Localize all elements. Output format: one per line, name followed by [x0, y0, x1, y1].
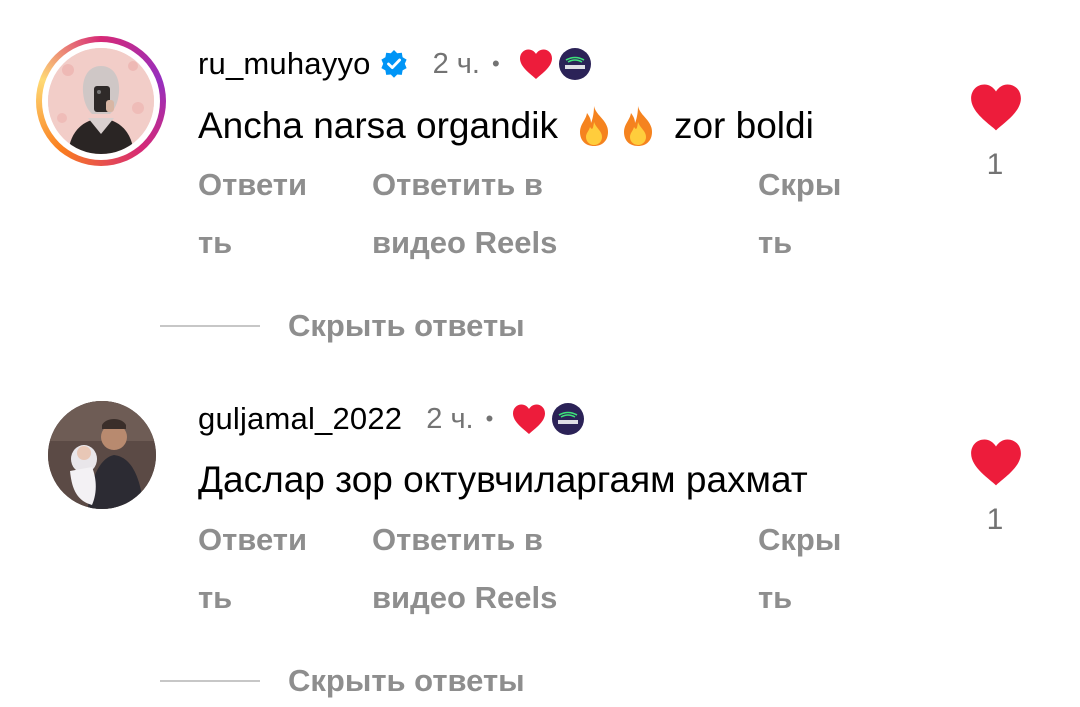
username[interactable]: guljamal_2022: [198, 401, 402, 437]
comment-header: ru_muhayyo 2 ч. •: [198, 44, 592, 84]
reply-button[interactable]: Ответи ть: [198, 156, 348, 272]
comment-time: 2 ч.: [426, 402, 474, 435]
avatar-story-ring[interactable]: [36, 36, 166, 166]
separator-dot: •: [485, 406, 494, 431]
talim-logo-icon: [551, 402, 585, 436]
avatar-woman-mirror-selfie-icon: [48, 48, 154, 154]
avatar[interactable]: [48, 48, 154, 154]
avatar-man-holding-baby-icon: [48, 401, 156, 509]
like-button[interactable]: [968, 82, 1024, 132]
comment-text-end: zor boldi: [673, 105, 814, 146]
fire-emoji-icon: [618, 104, 658, 148]
reply-button[interactable]: Ответи ть: [198, 511, 348, 627]
comment-text: Даслар зор октувчиларгаям рахмат: [198, 459, 808, 500]
comment-header: guljamal_2022 2 ч. •: [198, 399, 585, 439]
comment-item: ru_muhayyo 2 ч. • Ancha narsa organdik z…: [0, 0, 1080, 343]
reply-in-reels-button[interactable]: Ответить в видео Reels: [372, 156, 592, 272]
hide-replies-label: Скрыть ответы: [288, 308, 525, 343]
heart-filled-icon: [971, 84, 1021, 131]
hide-replies-button[interactable]: Скрыть ответы: [160, 306, 525, 346]
verified-badge-icon: [379, 49, 409, 79]
heart-filled-icon: [971, 439, 1021, 486]
comment-time: 2 ч.: [432, 47, 480, 80]
hide-button[interactable]: Скры ть: [758, 511, 868, 627]
hide-replies-button[interactable]: Скрыть ответы: [160, 661, 525, 701]
talim-logo-icon: [558, 47, 592, 81]
like-count: 1: [986, 503, 1004, 536]
fire-emoji-icon: [574, 104, 614, 148]
hide-replies-label: Скрыть ответы: [288, 663, 525, 698]
separator-dot: •: [491, 51, 500, 76]
divider-line: [160, 680, 260, 682]
username[interactable]: ru_muhayyo: [198, 46, 371, 82]
like-button[interactable]: [968, 437, 1024, 487]
avatar[interactable]: [48, 401, 156, 509]
like-count: 1: [986, 148, 1004, 181]
comment-item: guljamal_2022 2 ч. • Даслар зор октувчил…: [0, 355, 1080, 698]
heart-filled-icon: [511, 403, 547, 435]
divider-line: [160, 325, 260, 327]
heart-filled-icon: [518, 48, 554, 80]
hide-button[interactable]: Скры ть: [758, 156, 868, 272]
comment-text: Ancha narsa organdik zor boldi: [198, 104, 814, 148]
reply-in-reels-button[interactable]: Ответить в видео Reels: [372, 511, 592, 627]
comment-text-start: Ancha narsa organdik: [198, 105, 558, 146]
